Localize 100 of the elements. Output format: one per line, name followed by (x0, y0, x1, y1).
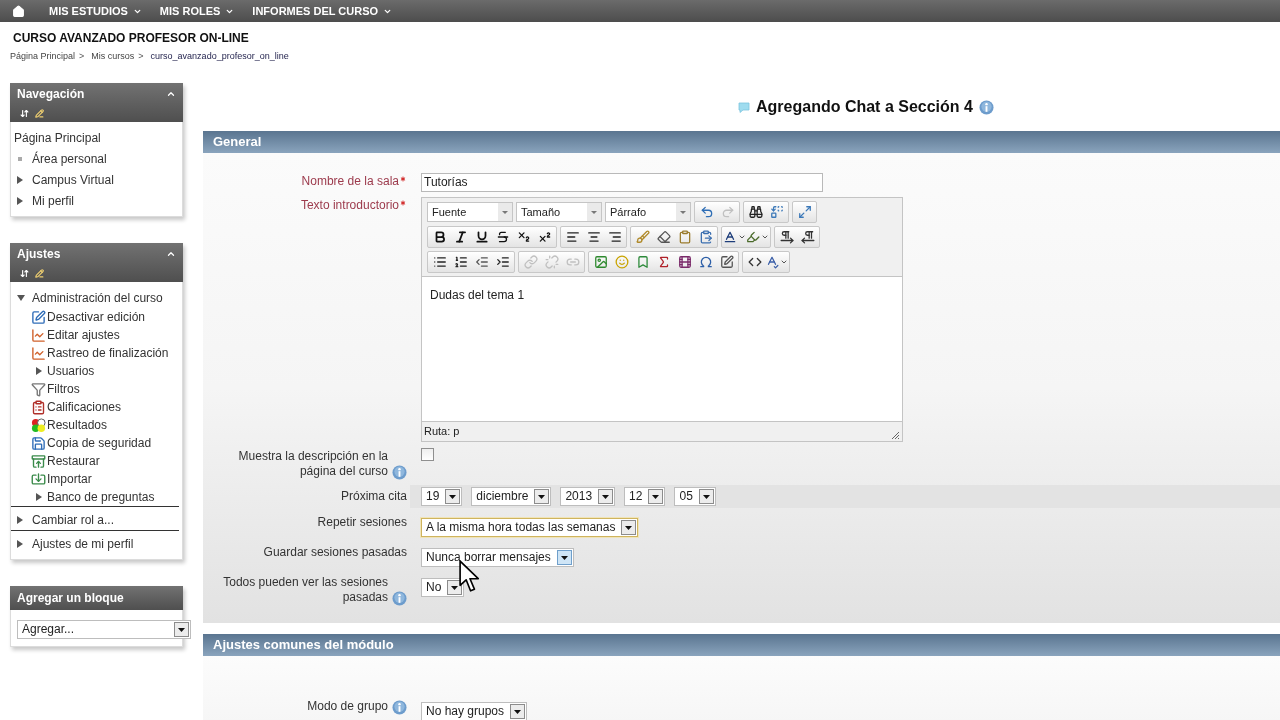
breadcrumb-link[interactable]: Mis cursos (91, 50, 135, 64)
chevron-down-icon[interactable] (780, 258, 788, 266)
text-field[interactable]: Tutorías (421, 173, 823, 192)
home-icon[interactable] (12, 4, 25, 18)
highlighter-icon[interactable] (746, 230, 760, 244)
chevron-down-icon[interactable] (738, 233, 746, 241)
chevron-up-icon[interactable] (166, 89, 176, 99)
numbered-list-icon[interactable] (453, 255, 468, 269)
subscript-icon[interactable] (516, 230, 531, 244)
tree-item[interactable]: Rastreo de finalización (47, 344, 169, 362)
tree-item[interactable]: Ajustes de mi perfil (32, 534, 134, 553)
select-field[interactable]: No hay grupos (421, 702, 528, 720)
select-field[interactable]: 05 (674, 487, 716, 506)
tree-item[interactable]: Banco de preguntas (47, 488, 155, 506)
strikethrough-icon[interactable] (495, 230, 510, 244)
clipboard-icon[interactable] (677, 230, 692, 244)
arrows-up-down-icon[interactable] (20, 269, 29, 278)
funnel-icon (31, 381, 46, 397)
toolbar-dropdown[interactable]: Fuente (427, 202, 513, 222)
arrows-up-down-icon[interactable] (20, 109, 29, 118)
align-left-icon[interactable] (565, 230, 580, 244)
tree-item[interactable]: Importar (47, 470, 92, 488)
film-icon[interactable] (677, 255, 692, 269)
menu-item[interactable]: MIS ROLES (159, 2, 235, 20)
caret-right-icon[interactable] (17, 196, 23, 205)
select-field[interactable]: diciembre (471, 487, 552, 506)
caret-right-icon[interactable] (36, 367, 42, 375)
image-icon[interactable] (593, 255, 608, 269)
bookmark-icon[interactable] (635, 255, 650, 269)
binoculars-icon[interactable] (748, 205, 763, 219)
omega-icon[interactable] (698, 255, 713, 269)
caret-right-icon[interactable] (17, 175, 23, 184)
select-field[interactable]: A la misma hora todas las semanas (421, 518, 639, 537)
eraser-icon[interactable] (656, 230, 671, 244)
section-title: Ajustes comunes del módulo (213, 636, 394, 655)
square-pen-icon[interactable] (719, 255, 734, 269)
resize-grip-icon[interactable] (890, 430, 900, 440)
select-field[interactable]: 19 (421, 487, 463, 506)
select-field[interactable]: 12 (624, 487, 666, 506)
superscript-icon[interactable] (537, 230, 552, 244)
chevron-up-icon[interactable] (166, 249, 176, 259)
tree-item[interactable]: Desactivar edición (47, 308, 146, 326)
chevron-down-icon[interactable] (761, 233, 769, 241)
pencil-icon[interactable] (35, 109, 44, 118)
block-title: Agregar un bloque (17, 590, 124, 607)
menu-item[interactable]: MIS ESTUDIOS (49, 2, 142, 20)
tree-item[interactable]: Usuarios (47, 362, 95, 380)
indent-icon[interactable] (495, 255, 510, 269)
undo-icon[interactable] (699, 205, 714, 219)
tree-item[interactable]: Cambiar rol a... (32, 510, 115, 529)
pencil-icon[interactable] (35, 269, 44, 278)
align-center-icon[interactable] (586, 230, 601, 244)
tree-item[interactable]: Calificaciones (47, 398, 122, 416)
editor-text-area[interactable]: Dudas del tema 1 (422, 276, 902, 422)
tree-item[interactable]: Mi perfil (32, 191, 74, 210)
tree-item[interactable]: Página Principal (14, 128, 101, 147)
menu-item[interactable]: INFORMES DEL CURSO (252, 2, 393, 20)
help-icon[interactable] (392, 465, 407, 480)
diagonal-arrows-icon[interactable] (797, 205, 812, 219)
tree-item[interactable]: Resultados (47, 416, 108, 434)
chat-bubble-icon (738, 101, 750, 113)
help-icon[interactable] (978, 99, 994, 115)
tree-item[interactable]: Restaurar (47, 452, 100, 470)
pilcrow-left-icon[interactable] (800, 230, 815, 244)
pilcrow-right-icon[interactable] (779, 230, 794, 244)
checkbox[interactable] (421, 448, 434, 461)
tree-item[interactable]: Administración del curso (32, 288, 163, 307)
align-right-icon[interactable] (607, 230, 622, 244)
italic-icon[interactable] (453, 230, 468, 244)
breadcrumb-link[interactable]: Página Principal (10, 50, 76, 64)
field-label: Próxima cita (340, 489, 407, 504)
outdent-icon[interactable] (474, 255, 489, 269)
tree-item[interactable]: Copia de seguridad (47, 434, 152, 452)
caret-right-icon[interactable] (17, 515, 23, 524)
select-field[interactable]: Nunca borrar mensajes (421, 548, 574, 567)
tree-item[interactable]: Área personal (32, 149, 107, 168)
underlined-letter-icon[interactable] (723, 230, 737, 244)
underline-icon[interactable] (474, 230, 489, 244)
caret-right-icon[interactable] (17, 539, 23, 548)
select-field[interactable]: Agregar... (17, 620, 191, 639)
letter-check-icon[interactable] (765, 255, 779, 269)
bulleted-list-icon[interactable] (432, 255, 447, 269)
breadcrumb-separator: > (79, 50, 85, 64)
help-icon[interactable] (392, 700, 407, 715)
clipboard-arrow-icon[interactable] (698, 230, 713, 244)
line-chart-icon (31, 327, 46, 343)
field-label: Guardar sesiones pasadas (263, 545, 407, 560)
tree-item[interactable]: Editar ajustes (47, 326, 120, 344)
caret-right-icon[interactable] (36, 493, 42, 501)
brush-icon[interactable] (635, 230, 650, 244)
caret-down-icon[interactable] (17, 294, 25, 301)
select-field[interactable]: 2013 (560, 487, 616, 506)
toolbar-dropdown[interactable]: Tamaño (516, 202, 602, 222)
tree-item[interactable]: Filtros (47, 380, 80, 398)
dashed-squares-arrow-icon[interactable] (769, 205, 784, 219)
breadcrumb-link[interactable]: curso_avanzado_profesor_on_line (150, 50, 289, 64)
toolbar-dropdown[interactable]: Párrafo (605, 202, 691, 222)
tree-item[interactable]: Campus Virtual (32, 170, 114, 189)
code-icon[interactable] (747, 255, 762, 269)
help-icon[interactable] (392, 591, 407, 606)
